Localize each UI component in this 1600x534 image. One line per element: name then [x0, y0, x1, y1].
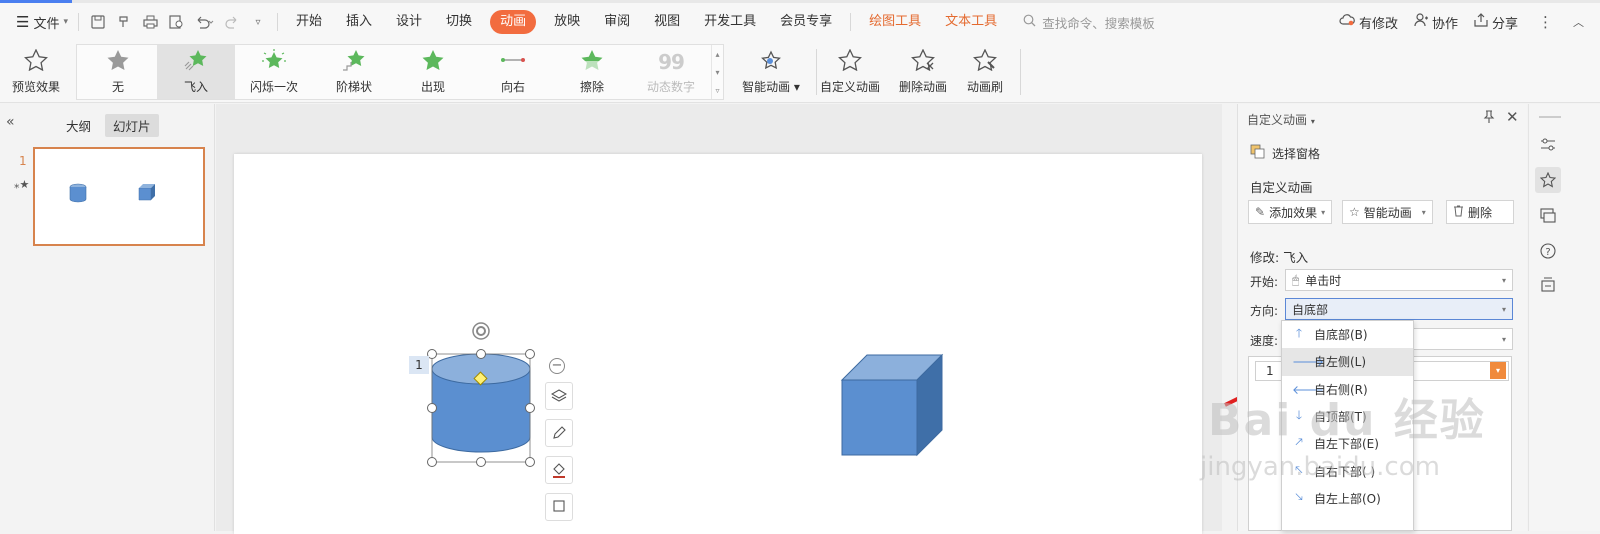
outline-pen-icon[interactable] [545, 419, 573, 447]
start-label: 开始: [1250, 275, 1279, 289]
smart-animation-pane-button[interactable]: ☆ 智能动画 ▾ [1342, 200, 1433, 224]
backup-icon[interactable] [1535, 272, 1561, 298]
chevron-down-icon: ▾ [1321, 207, 1326, 217]
start-select[interactable]: 🖱 单击时 ▾ [1285, 269, 1513, 291]
watermark-logo: Bai du 经验 [1208, 395, 1486, 446]
rotate-handle-icon[interactable] [472, 322, 490, 340]
pane-title[interactable]: 自定义动画 ▾ [1247, 111, 1315, 128]
svg-text:?: ? [1545, 247, 1550, 258]
sliders-icon[interactable] [1535, 132, 1561, 158]
delete-label: 删除 [1468, 205, 1493, 220]
pin-icon[interactable] [1483, 110, 1495, 126]
chevron-down-icon: ▾ [1501, 335, 1506, 344]
animation-list-number: 1 [1266, 364, 1274, 378]
dropdown-item-from-bottom[interactable]: 🡑 自底部(B) [1282, 321, 1413, 348]
sidebar-divider [1539, 116, 1561, 118]
speed-label: 速度: [1250, 334, 1279, 348]
animation-star-icon[interactable] [1535, 167, 1561, 193]
right-sidebar: ? [1528, 104, 1600, 531]
speed-select[interactable]: ▾ [1413, 328, 1513, 350]
dropdown-item-from-top-left[interactable]: 🡖 自左上部(O) [1282, 485, 1413, 512]
select-pane-label: 选择窗格 [1272, 146, 1321, 161]
smart-animation-pane-label: 智能动画 [1363, 205, 1412, 220]
mouse-icon: 🖱 [1292, 272, 1300, 287]
start-value: 单击时 [1305, 273, 1342, 288]
pencil-icon: ✎ [1255, 205, 1266, 219]
chevron-down-icon: ▾ [1501, 305, 1506, 314]
direction-value: 自底部 [1292, 302, 1329, 317]
select-pane-button[interactable]: 选择窗格 [1250, 144, 1320, 162]
arrow-up-icon: 🡑 [1295, 326, 1303, 341]
layers-icon[interactable] [545, 382, 573, 410]
add-effect-label: 添加效果 [1269, 205, 1318, 220]
arrow-right-icon: 🡒 [1292, 355, 1325, 370]
crop-icon[interactable] [545, 493, 573, 521]
arrow-down-right-icon: 🡖 [1295, 489, 1303, 504]
add-effect-button[interactable]: ✎ 添加效果 ▾ [1248, 200, 1333, 224]
direction-select[interactable]: 自底部 ▾ [1285, 298, 1513, 320]
dropdown-item-label: 自底部(B) [1314, 328, 1368, 343]
delete-button[interactable]: 删除 [1446, 200, 1514, 224]
animation-order-badge[interactable]: 1 [409, 356, 429, 374]
zoom-out-icon[interactable]: − [549, 358, 565, 374]
dropdown-item-label: 自左侧(L) [1314, 355, 1367, 370]
trash-icon [1453, 205, 1464, 220]
dropdown-item-from-left[interactable]: 🡒 自左侧(L) [1282, 348, 1413, 376]
fill-bucket-icon[interactable] [545, 456, 573, 484]
shape-quick-tools [545, 382, 573, 530]
help-icon[interactable]: ? [1535, 238, 1561, 264]
direction-label: 方向: [1250, 304, 1279, 318]
close-pane-icon[interactable]: ✕ [1506, 108, 1519, 126]
modify-label: 修改: 飞入 [1250, 250, 1309, 265]
section-title: 自定义动画 [1250, 180, 1313, 195]
dropdown-item-label: 自左上部(O) [1314, 491, 1381, 506]
watermark-url: jingyan.baidu.com [1200, 452, 1440, 482]
cube-shape[interactable] [840, 353, 944, 457]
slide-transition-icon[interactable] [1535, 202, 1561, 228]
smart-star-icon: ☆ [1349, 205, 1360, 219]
animation-row-dropdown-icon[interactable]: ▾ [1490, 362, 1506, 379]
chevron-down-icon: ▾ [1421, 207, 1426, 217]
cylinder-shape[interactable] [431, 353, 531, 453]
chevron-down-icon: ▾ [1501, 276, 1506, 285]
select-pane-icon [1250, 144, 1266, 162]
